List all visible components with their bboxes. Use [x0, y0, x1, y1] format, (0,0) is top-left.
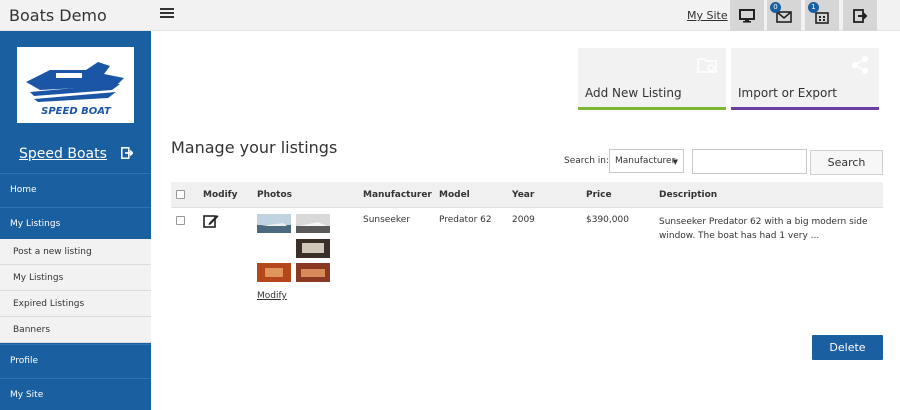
logo-text: SPEED BOAT	[41, 106, 112, 117]
menu-icon[interactable]	[160, 6, 174, 20]
search-in-label: Search in:	[564, 156, 610, 166]
photo-thumbnail[interactable]	[296, 263, 330, 282]
import-export-card[interactable]: Import or Export	[731, 48, 879, 110]
photo-thumbnail[interactable]	[257, 214, 291, 233]
cell-price: $390,000	[586, 215, 629, 225]
cell-manufacturer: Sunseeker	[363, 215, 411, 225]
sidebar: SPEED BOAT Speed Boats Home My Listings …	[0, 31, 151, 410]
app-title: Boats Demo	[9, 6, 107, 25]
add-new-listing-card[interactable]: Add New Listing	[578, 48, 726, 110]
brand-link[interactable]: Speed Boats	[19, 146, 107, 162]
card-accent-bar	[578, 107, 726, 110]
edit-icon[interactable]	[203, 214, 219, 228]
folder-settings-icon	[697, 58, 717, 73]
table-header: Modify Photos Manufacturer Model Year Pr…	[171, 182, 883, 208]
card-accent-bar	[731, 107, 879, 110]
my-site-link[interactable]: My Site	[687, 9, 728, 22]
exit-icon[interactable]	[121, 147, 133, 159]
cell-year: 2009	[512, 215, 535, 225]
search-field-select[interactable]: Manufacturer ▼	[609, 149, 684, 173]
header-modify: Modify	[203, 190, 238, 200]
search-field-selected: Manufacturer	[615, 156, 676, 166]
building-badge: 1	[808, 2, 819, 13]
add-new-listing-label: Add New Listing	[585, 86, 682, 100]
brand: Speed Boats	[0, 141, 151, 167]
sidebar-item-profile[interactable]: Profile	[0, 344, 151, 377]
photo-thumbnail[interactable]	[257, 263, 291, 282]
top-bar: Boats Demo My Site 0 1	[0, 0, 900, 31]
photo-thumbnail[interactable]	[296, 214, 330, 233]
header-description: Description	[659, 190, 718, 200]
monitor-button[interactable]	[730, 0, 764, 31]
sidebar-subitem-expired-listings[interactable]: Expired Listings	[0, 291, 151, 317]
mail-button[interactable]: 0	[767, 0, 801, 31]
page-title: Manage your listings	[171, 138, 338, 157]
header-manufacturer: Manufacturer	[363, 190, 432, 200]
header-year: Year	[512, 190, 535, 200]
building-button[interactable]: 1	[805, 0, 839, 31]
search-input[interactable]	[692, 149, 807, 174]
share-icon	[852, 56, 868, 74]
monitor-icon	[739, 8, 755, 23]
mail-badge: 0	[770, 2, 781, 13]
cell-model: Predator 62	[439, 215, 492, 225]
header-photos: Photos	[257, 190, 293, 200]
search-button[interactable]: Search	[810, 150, 883, 175]
speed-boat-logo: SPEED BOAT	[25, 62, 124, 117]
row-checkbox[interactable]	[176, 216, 185, 225]
sidebar-item-my-listings[interactable]: My Listings	[0, 207, 151, 240]
sidebar-item-home[interactable]: Home	[0, 173, 151, 206]
sidebar-subitem-post-new-listing[interactable]: Post a new listing	[0, 239, 151, 265]
delete-button[interactable]: Delete	[812, 335, 883, 360]
sidebar-item-my-site[interactable]: My Site	[0, 378, 151, 410]
sign-out-button[interactable]	[843, 0, 877, 31]
cell-description: Sunseeker Predator 62 with a big modern …	[659, 217, 868, 241]
logo[interactable]: SPEED BOAT	[17, 47, 134, 123]
sidebar-subitem-my-listings[interactable]: My Listings	[0, 265, 151, 291]
modify-photos-link[interactable]: Modify	[257, 291, 287, 301]
header-price: Price	[586, 190, 612, 200]
select-all-checkbox[interactable]	[176, 190, 185, 199]
caret-down-icon: ▼	[672, 158, 678, 166]
import-export-label: Import or Export	[738, 86, 838, 100]
header-model: Model	[439, 190, 470, 200]
photo-thumbnail[interactable]	[296, 239, 330, 258]
sign-out-icon	[853, 8, 868, 23]
sidebar-subitem-banners[interactable]: Banners	[0, 317, 151, 343]
